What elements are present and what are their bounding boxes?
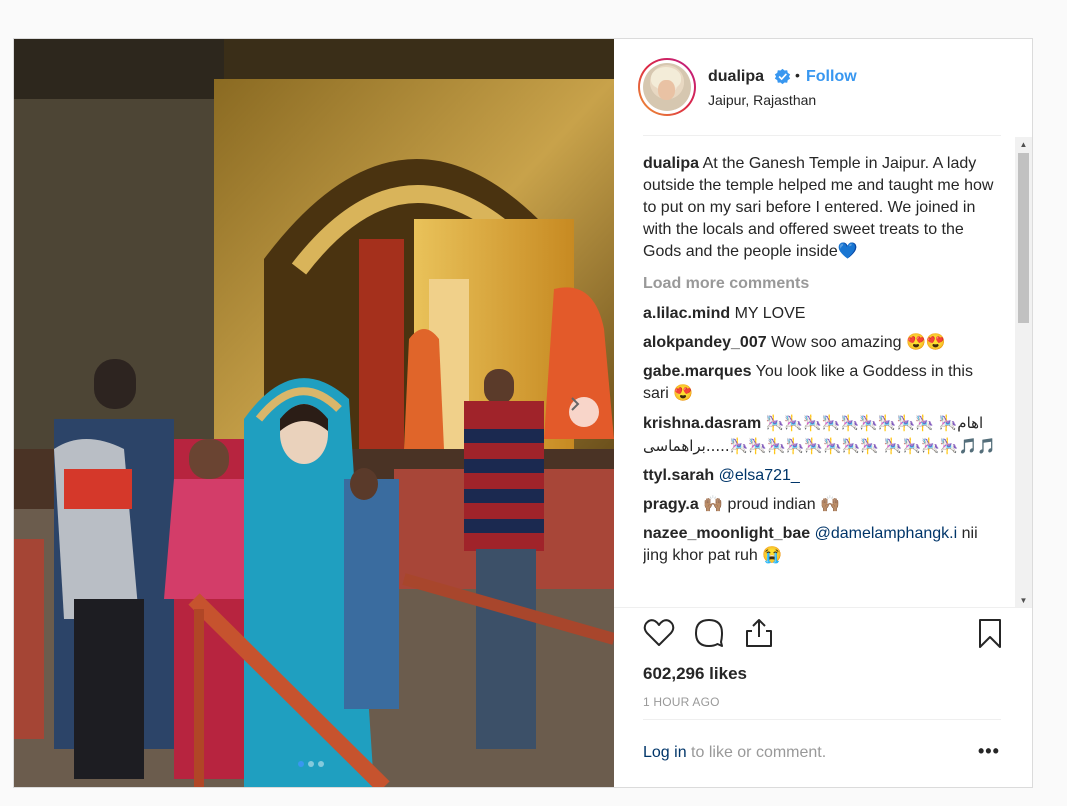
temple-photo-illustration [14, 39, 614, 787]
comment-item: gabe.marques You look like a Goddess in … [643, 361, 1001, 405]
comment-username[interactable]: a.lilac.mind [643, 305, 730, 322]
comment-item: a.lilac.mind MY LOVE [643, 303, 1001, 325]
login-prompt: Log in to like or comment. [643, 744, 826, 762]
carousel-dot-3 [318, 761, 324, 767]
comment-item: pragy.a 🙌🏽 proud indian 🙌🏽 [643, 494, 1001, 516]
login-link[interactable]: Log in [643, 744, 687, 761]
post-timestamp[interactable]: 1 HOUR AGO [643, 695, 720, 709]
verified-badge-icon [774, 68, 791, 85]
carousel-dot-1 [298, 761, 304, 767]
post-caption: dualipa At the Ganesh Temple in Jaipur. … [643, 153, 1001, 263]
comment-item: nazee_moonlight_bae @damelamphangk.i nii… [643, 523, 1001, 567]
post-location[interactable]: Jaipur, Rajasthan [708, 92, 816, 108]
follow-button[interactable]: Follow [806, 68, 857, 86]
scroll-up-arrow-icon[interactable]: ▲ [1015, 137, 1032, 151]
share-icon[interactable] [743, 617, 775, 649]
comments-list[interactable]: dualipa At the Ganesh Temple in Jaipur. … [643, 153, 1001, 609]
header-divider [643, 135, 1001, 136]
comment-text: MY LOVE [734, 305, 806, 322]
bottom-divider [643, 719, 1001, 720]
comment-username[interactable]: nazee_moonlight_bae [643, 525, 810, 542]
carousel-dot-2 [308, 761, 314, 767]
avatar-image [643, 63, 691, 111]
instagram-post: dualipa • Follow Jaipur, Rajasthan duali… [13, 38, 1033, 788]
comment-mention[interactable]: @damelamphangk.i [815, 525, 958, 542]
comment-item: ttyl.sarah @elsa721_ [643, 465, 1001, 487]
scroll-down-arrow-icon[interactable]: ▼ [1015, 593, 1032, 607]
post-photo[interactable] [14, 39, 614, 787]
comment-icon[interactable] [693, 617, 725, 649]
comment-item: alokpandey_007 Wow soo amazing 😍😍 [643, 332, 1001, 354]
scroll-thumb[interactable] [1018, 153, 1029, 323]
post-side-panel: dualipa • Follow Jaipur, Rajasthan duali… [614, 39, 1032, 787]
post-actions [643, 617, 1003, 657]
comment-username[interactable]: krishna.dasram [643, 415, 761, 432]
comment-text: Wow soo amazing 😍😍 [771, 334, 946, 351]
comment-username[interactable]: gabe.marques [643, 363, 751, 380]
post-username[interactable]: dualipa [708, 68, 764, 86]
comment-username[interactable]: alokpandey_007 [643, 334, 767, 351]
caption-username[interactable]: dualipa [643, 155, 699, 172]
carousel-indicator [298, 761, 324, 767]
header-separator: • [795, 67, 800, 83]
comment-username[interactable]: pragy.a [643, 496, 699, 513]
comment-username[interactable]: ttyl.sarah [643, 467, 714, 484]
more-options-button[interactable]: ••• [978, 741, 1000, 762]
heart-icon[interactable] [643, 617, 675, 649]
avatar[interactable] [638, 58, 696, 116]
comment-mention[interactable]: @elsa721_ [719, 467, 800, 484]
carousel-next-button[interactable] [569, 397, 599, 427]
load-more-comments-button[interactable]: Load more comments [643, 273, 1001, 295]
comments-scrollbar[interactable]: ▲ ▼ [1015, 137, 1032, 607]
comment-item: krishna.dasram 🎠🎠🎠🎠🎠🎠🎠🎠🎠 🎠اهام براهماسی.… [643, 412, 1001, 458]
chevron-right-icon [571, 397, 580, 411]
bookmark-icon[interactable] [974, 617, 1006, 649]
login-prompt-text: to like or comment. [686, 744, 827, 761]
actions-divider [614, 607, 1032, 608]
comment-text: 🙌🏽 proud indian 🙌🏽 [703, 496, 840, 513]
likes-count[interactable]: 602,296 likes [643, 664, 747, 684]
